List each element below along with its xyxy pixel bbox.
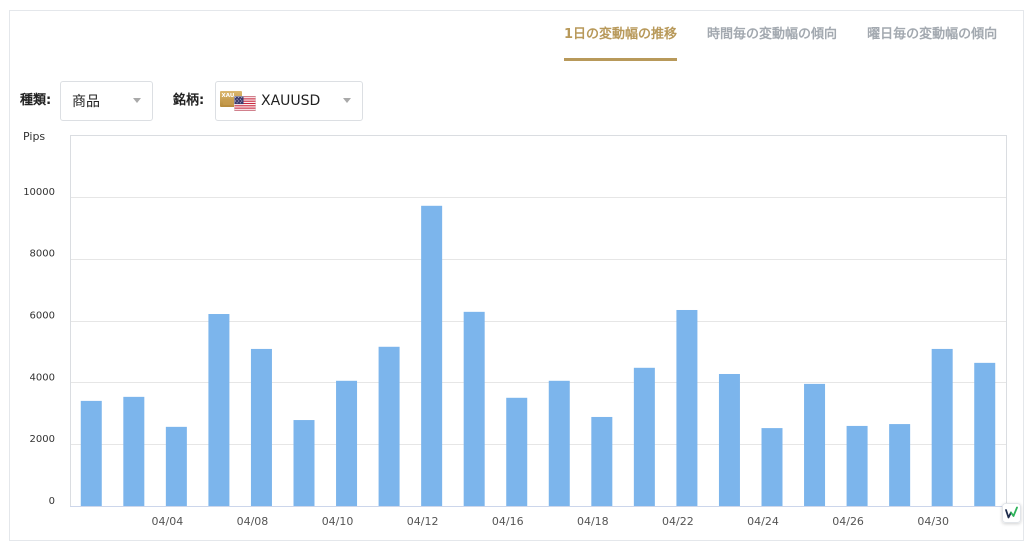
bar[interactable] [208, 314, 230, 506]
bar[interactable] [889, 424, 911, 506]
bar[interactable] [931, 348, 953, 506]
bar[interactable] [591, 416, 613, 506]
gold-bar-label: XAU [222, 93, 235, 99]
bar[interactable] [165, 426, 187, 506]
caret-down-icon [133, 98, 141, 103]
x-tick-label: 04/16 [492, 515, 524, 528]
y-tick-label: 10000 [23, 187, 55, 198]
bar[interactable] [633, 367, 655, 506]
bar[interactable] [378, 346, 400, 506]
y-tick-label: 8000 [30, 249, 55, 260]
x-tick-label: 04/12 [407, 515, 439, 528]
type-select[interactable]: 商品 [60, 81, 153, 121]
bar[interactable] [293, 420, 315, 506]
x-tick-label: 04/10 [322, 515, 354, 528]
x-tick-label: 04/08 [237, 515, 269, 528]
us-flag-icon [234, 95, 256, 111]
y-tick-label: 2000 [30, 434, 55, 445]
x-tick-label: 04/26 [832, 515, 864, 528]
type-select-value: 商品 [72, 94, 100, 110]
y-axis-labels: 0 2000 4000 6000 8000 10000 [23, 187, 55, 507]
bar-series [80, 205, 996, 507]
bar[interactable] [548, 380, 570, 506]
tab-hourly-trend[interactable]: 時間毎の変動幅の傾向 [707, 25, 837, 61]
bar[interactable] [336, 380, 358, 506]
symbol-select[interactable]: XAU XAUUSD [215, 81, 363, 121]
bar[interactable] [463, 311, 485, 506]
symbol-label: 銘柄: [173, 93, 205, 108]
type-label: 種類: [20, 93, 52, 108]
symbol-icons: XAU [220, 90, 256, 112]
bar[interactable] [421, 205, 443, 507]
x-axis-labels: 04/04 04/08 04/10 04/12 04/16 04/18 04/22 04/24… [152, 515, 950, 528]
bar[interactable] [804, 383, 826, 506]
x-tick-label: 04/18 [577, 515, 609, 528]
bar[interactable] [761, 428, 783, 506]
symbol-select-value: XAUUSD [261, 93, 321, 109]
tab-daily-range[interactable]: 1日の変動幅の推移 [564, 25, 678, 61]
y-axis-title: Pips [23, 130, 45, 143]
y-tick-label: 4000 [30, 372, 55, 383]
tab-weekday-trend[interactable]: 曜日毎の変動幅の傾向 [867, 25, 997, 61]
y-tick-label: 6000 [30, 311, 55, 322]
bar[interactable] [250, 348, 272, 506]
bar[interactable] [676, 309, 698, 506]
x-tick-label: 04/22 [662, 515, 694, 528]
bar[interactable] [506, 397, 528, 506]
y-tick-label: 0 [49, 496, 55, 507]
view-tabs: 1日の変動幅の推移 時間毎の変動幅の傾向 曜日毎の変動幅の傾向 [564, 25, 997, 61]
bar[interactable] [846, 425, 868, 506]
bar[interactable] [974, 362, 996, 506]
x-tick-label: 04/04 [152, 515, 184, 528]
site-logo[interactable] [1002, 503, 1021, 523]
bar[interactable] [123, 396, 145, 506]
caret-down-icon [343, 98, 351, 103]
x-tick-label: 04/30 [917, 515, 949, 528]
bar[interactable] [80, 400, 102, 506]
x-tick-label: 04/24 [747, 515, 779, 528]
site-logo-icon [1002, 503, 1021, 523]
daily-range-chart: Pips 0200040006000800010000 04/04 04/08 04… [23, 130, 1007, 528]
volatility-panel: 1日の変動幅の推移 時間毎の変動幅の傾向 曜日毎の変動幅の傾向 種類: 商品 銘… [9, 10, 1024, 541]
bar[interactable] [718, 373, 740, 506]
